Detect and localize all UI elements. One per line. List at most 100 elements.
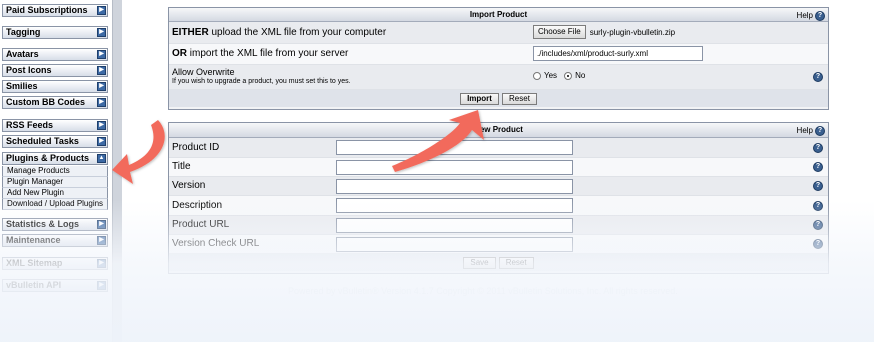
version-check-url-label: Version Check URL <box>172 238 260 249</box>
overwrite-row: Allow Overwrite If you wish to upgrade a… <box>169 65 828 90</box>
reset-button[interactable]: Reset <box>502 93 537 105</box>
nav-group-tagging[interactable]: Tagging ▶ <box>2 26 108 39</box>
chosen-file-name: surly-plugin-vbulletin.zip <box>589 27 676 37</box>
help-icon[interactable]: ? <box>813 162 823 172</box>
nav-group-scheduled-tasks[interactable]: Scheduled Tasks ▶ <box>2 135 108 148</box>
nav-group-paid-subscriptions[interactable]: Paid Subscriptions ▶ <box>2 4 108 17</box>
nav-item-download-upload-plugins[interactable]: Download / Upload Plugins <box>2 199 108 210</box>
nav-group-rss-feeds[interactable]: RSS Feeds ▶ <box>2 119 108 132</box>
panel-title: Import Product Help? <box>169 8 828 22</box>
server-label-bold: OR <box>172 48 187 59</box>
save-button[interactable]: Save <box>463 257 496 269</box>
nav-group-plugins-products[interactable]: Plugins & Products ▲ <box>2 152 108 165</box>
help-icon[interactable]: ? <box>813 239 823 249</box>
product-url-input[interactable] <box>336 218 573 233</box>
nav-item-add-new-plugin[interactable]: Add New Plugin <box>2 188 108 199</box>
expand-arrow-icon[interactable]: ▶ <box>97 50 106 59</box>
help-icon[interactable]: ? <box>813 220 823 230</box>
radio-selected-dot <box>567 74 570 77</box>
product-id-input[interactable] <box>336 140 573 155</box>
version-check-url-input[interactable] <box>336 237 573 252</box>
version-input[interactable] <box>336 179 573 194</box>
expand-arrow-icon[interactable]: ▶ <box>97 220 106 229</box>
nav-group-label: Plugins & Products <box>6 153 90 163</box>
description-input[interactable] <box>336 198 573 213</box>
help-icon[interactable]: ? <box>813 143 823 153</box>
upload-label-bold: EITHER <box>172 27 209 38</box>
nav-group-custom-bb-codes[interactable]: Custom BB Codes ▶ <box>2 96 108 109</box>
help-label: Help <box>796 126 813 135</box>
import-button[interactable]: Import <box>460 93 499 105</box>
nav-group-vbulletin-api[interactable]: vBulletin API ▶ <box>2 279 108 292</box>
import-product-panel: Import Product Help? EITHER upload the X… <box>168 7 829 110</box>
server-label-text: import the XML file from your server <box>187 48 349 59</box>
nav-group-label: Statistics & Logs <box>6 219 80 229</box>
nav-group-label: Custom BB Codes <box>6 97 86 107</box>
upload-row: EITHER upload the XML file from your com… <box>169 22 828 44</box>
nav-group-label: Post Icons <box>6 65 52 75</box>
overwrite-hint: If you wish to upgrade a product, you mu… <box>172 78 351 85</box>
expand-arrow-icon[interactable]: ▶ <box>97 121 106 130</box>
expand-arrow-icon[interactable]: ▶ <box>97 82 106 91</box>
product-id-row: Product ID ? <box>169 138 828 158</box>
nav-group-label: Paid Subscriptions <box>6 5 88 15</box>
nav-group-label: vBulletin API <box>6 280 62 290</box>
help-icon[interactable]: ? <box>815 10 825 21</box>
description-row: Description ? <box>169 196 828 216</box>
sidebar-scrollbar[interactable] <box>112 0 122 342</box>
nav-group-label: Avatars <box>6 49 39 59</box>
nav-item-manage-products[interactable]: Manage Products <box>2 166 108 177</box>
help-icon[interactable]: ? <box>813 72 823 82</box>
server-label: OR import the XML file from your server <box>172 48 348 59</box>
expand-arrow-icon[interactable]: ▶ <box>97 137 106 146</box>
help-icon[interactable]: ? <box>813 181 823 191</box>
choose-file-button[interactable]: Choose File <box>533 25 586 39</box>
expand-arrow-icon[interactable]: ▶ <box>97 236 106 245</box>
expand-arrow-icon[interactable]: ▶ <box>97 259 106 268</box>
expand-arrow-icon[interactable]: ▶ <box>97 98 106 107</box>
nav-item-plugin-manager[interactable]: Plugin Manager <box>2 177 108 188</box>
upload-label-text: upload the XML file from your computer <box>208 27 387 38</box>
product-url-row: Product URL ? <box>169 216 828 235</box>
nav-group-statistics-logs[interactable]: Statistics & Logs ▶ <box>2 218 108 231</box>
help-link[interactable]: Help? <box>797 9 825 22</box>
import-panel-title: Import Product <box>469 10 528 19</box>
file-chooser: Choose File surly-plugin-vbulletin.zip <box>533 25 675 39</box>
new-product-panel: New Product Help? Product ID ? Title ? V… <box>168 122 829 274</box>
nav-group-label: RSS Feeds <box>6 120 54 130</box>
nav-group-avatars[interactable]: Avatars ▶ <box>2 48 108 61</box>
no-radio[interactable] <box>564 71 573 80</box>
nav-group-smilies[interactable]: Smilies ▶ <box>2 80 108 93</box>
nav-group-post-icons[interactable]: Post Icons ▶ <box>2 64 108 77</box>
expand-arrow-icon[interactable]: ▶ <box>97 281 106 290</box>
expand-arrow-icon[interactable]: ▶ <box>97 66 106 75</box>
title-input[interactable] <box>336 160 573 175</box>
yes-radio-label: Yes <box>544 71 558 80</box>
upload-label: EITHER upload the XML file from your com… <box>172 27 386 38</box>
expand-arrow-icon[interactable]: ▶ <box>97 28 106 37</box>
nav-group-label: Scheduled Tasks <box>6 136 79 146</box>
server-path-input[interactable]: ./includes/xml/product-surly.xml <box>533 46 703 61</box>
help-icon[interactable]: ? <box>815 125 825 136</box>
help-link[interactable]: Help? <box>797 124 825 137</box>
sidebar: Paid Subscriptions ▶ Tagging ▶ Avatars ▶ Po… <box>0 0 112 342</box>
nav-group-label: XML Sitemap <box>6 258 63 268</box>
nav-group-xml-sitemap[interactable]: XML Sitemap ▶ <box>2 257 108 270</box>
title-label: Title <box>172 161 191 172</box>
expand-arrow-icon[interactable]: ▶ <box>97 6 106 15</box>
nav-group-label: Smilies <box>6 81 38 91</box>
reset-button[interactable]: Reset <box>498 257 534 269</box>
product-url-label: Product URL <box>172 219 230 230</box>
nav-group-label: Tagging <box>6 27 41 37</box>
yes-radio[interactable] <box>533 71 541 80</box>
help-icon[interactable]: ? <box>813 201 823 211</box>
save-button-row: Save Reset <box>169 254 828 271</box>
nav-group-label: Maintenance <box>6 235 61 245</box>
overwrite-radio-group: Yes No <box>533 71 585 80</box>
version-check-url-row: Version Check URL ? <box>169 235 828 254</box>
collapse-arrow-icon[interactable]: ▲ <box>97 154 106 163</box>
nav-group-maintenance[interactable]: Maintenance ▶ <box>2 234 108 247</box>
description-label: Description <box>172 200 223 211</box>
help-label: Help <box>796 11 813 20</box>
title-row: Title ? <box>169 158 828 177</box>
